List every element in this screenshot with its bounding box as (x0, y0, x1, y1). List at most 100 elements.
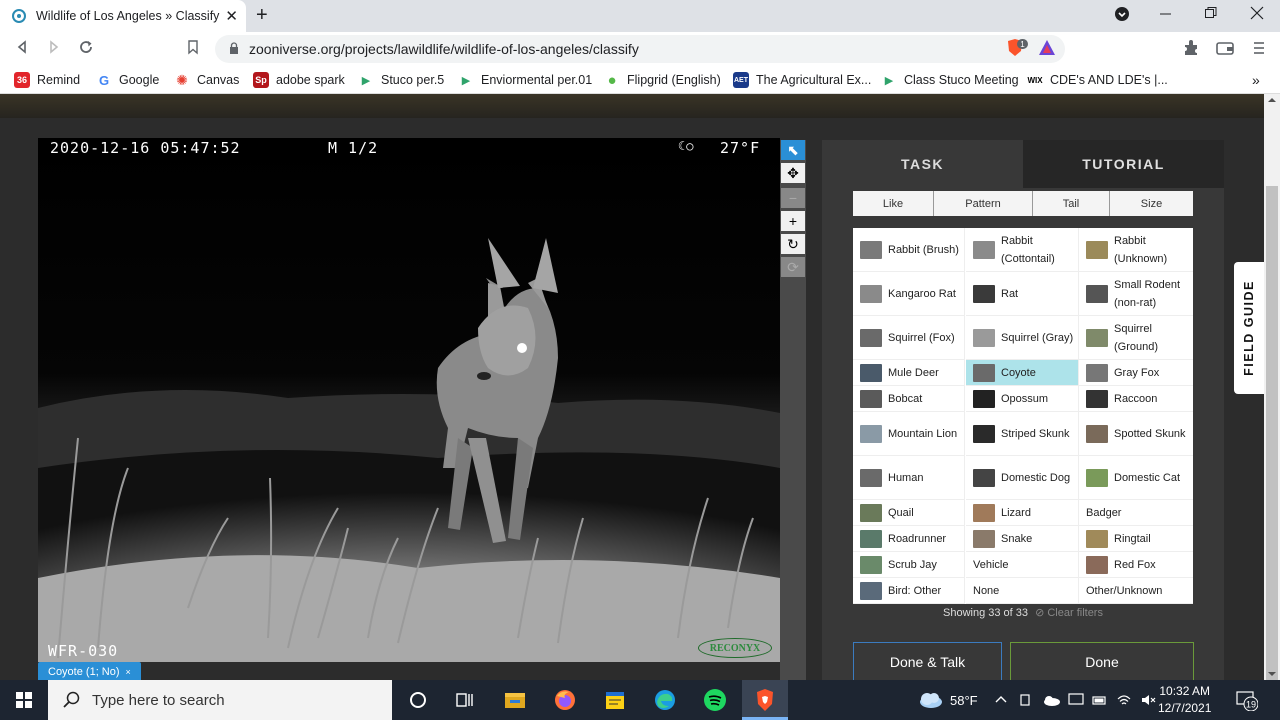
tab-search-icon[interactable] (1114, 6, 1130, 27)
species-choice[interactable]: Small Rodent (non-rat) (1079, 272, 1193, 316)
wallet-icon[interactable] (1216, 39, 1234, 57)
minimize-icon[interactable] (1160, 5, 1172, 26)
bookmark-adobe-spark[interactable]: Sp adobe spark (253, 72, 345, 88)
clock[interactable]: 10:32 AM 12/7/2021 (1158, 680, 1211, 720)
done-button[interactable]: Done (1010, 642, 1194, 680)
reload-icon[interactable] (78, 39, 94, 59)
tab-close-icon[interactable]: ✕ (225, 7, 238, 25)
windows-start-icon[interactable] (16, 692, 32, 708)
scrollbar-thumb[interactable] (1266, 186, 1278, 682)
species-choice[interactable]: Spotted Skunk (1079, 412, 1193, 456)
species-choice[interactable]: Scrub Jay (853, 552, 965, 578)
species-choice[interactable]: Domestic Dog (966, 456, 1079, 500)
browser-tab[interactable]: Wildlife of Los Angeles » Classify ✕ (0, 0, 246, 32)
rotate-button[interactable]: ↻ (781, 234, 805, 254)
input-indicator-icon[interactable] (1018, 693, 1032, 707)
species-choice[interactable]: Vehicle (966, 552, 1079, 578)
spotify-icon[interactable] (703, 688, 727, 712)
species-choice[interactable]: Squirrel (Gray) (966, 316, 1079, 360)
species-choice[interactable]: Raccoon (1079, 386, 1193, 412)
annotation-tag[interactable]: Coyote (1; No) × (38, 662, 141, 680)
species-choice[interactable]: Squirrel (Ground) (1079, 316, 1193, 360)
filter-like[interactable]: Like (853, 191, 934, 216)
task-view-icon[interactable] (453, 688, 477, 712)
weather-widget[interactable]: 58°F (918, 680, 978, 720)
species-choice[interactable]: Kangaroo Rat (853, 272, 965, 316)
species-choice[interactable]: Red Fox (1079, 552, 1193, 578)
species-choice[interactable]: Mule Deer (853, 360, 965, 386)
bookmark-canvas[interactable]: ✺ Canvas (174, 72, 239, 88)
bookmark-flipgrid[interactable]: ● Flipgrid (English) (604, 72, 721, 89)
close-window-icon[interactable] (1250, 5, 1264, 26)
page-scrollbar[interactable] (1264, 94, 1280, 682)
address-bar[interactable]: zooniverse.org/projects/lawildlife/wildl… (215, 35, 1065, 63)
zoom-in-button[interactable]: + (781, 211, 805, 231)
species-choice[interactable]: Rabbit (Unknown) (1079, 228, 1193, 272)
species-choice[interactable]: Quail (853, 500, 965, 526)
species-choice[interactable]: Lizard (966, 500, 1079, 526)
species-choice[interactable]: Bird: Other (853, 578, 965, 604)
new-tab-button[interactable]: + (256, 4, 268, 27)
tab-tutorial[interactable]: TUTORIAL (1023, 140, 1224, 188)
bookmark-icon[interactable] (187, 39, 199, 59)
species-choice[interactable]: Rabbit (Brush) (853, 228, 965, 272)
filter-pattern[interactable]: Pattern (934, 191, 1033, 216)
restore-icon[interactable] (1205, 5, 1217, 26)
species-choice[interactable]: Opossum (966, 386, 1079, 412)
firefox-icon[interactable] (553, 688, 577, 712)
brave-browser-icon[interactable] (753, 688, 777, 712)
field-guide-tab[interactable]: FIELD GUIDE (1234, 262, 1264, 394)
display-icon[interactable] (1068, 693, 1084, 707)
species-choice[interactable]: Squirrel (Fox) (853, 316, 965, 360)
filter-size[interactable]: Size (1110, 191, 1193, 216)
forward-icon[interactable] (48, 39, 60, 59)
subject-viewer[interactable]: 2020-12-16 05:47:52 M 1/2 ☾○ 27°F WFR-03… (38, 138, 780, 662)
species-choice[interactable]: None (966, 578, 1079, 604)
brave-rewards-icon[interactable] (1038, 39, 1056, 57)
species-choice[interactable]: Snake (966, 526, 1079, 552)
wifi-icon[interactable] (1116, 693, 1132, 707)
species-choice[interactable]: Domestic Cat (1079, 456, 1193, 500)
bookmark-agricultural[interactable]: AET The Agricultural Ex... (733, 72, 871, 88)
done-and-talk-button[interactable]: Done & Talk (853, 642, 1002, 680)
onedrive-icon[interactable] (1042, 693, 1060, 707)
show-hidden-icons-chevron-icon[interactable] (994, 693, 1008, 707)
species-choice[interactable]: Ringtail (1079, 526, 1193, 552)
species-choice[interactable]: Other/Unknown (1079, 578, 1193, 604)
species-choice[interactable]: Coyote (966, 360, 1079, 386)
brave-shield-icon[interactable]: 1 (1006, 39, 1028, 57)
species-choice[interactable]: Mountain Lion (853, 412, 965, 456)
bookmark-google[interactable]: G Google (96, 72, 159, 88)
extensions-icon[interactable] (1182, 39, 1200, 57)
reset-view-button[interactable]: ⟳ (781, 257, 805, 277)
taskbar-search-box[interactable]: Type here to search (48, 680, 392, 720)
bookmark-class-stuco[interactable]: ▶ Class Stuco Meeting (881, 72, 1019, 88)
species-choice[interactable]: Rabbit (Cottontail) (966, 228, 1079, 272)
species-choice[interactable]: Gray Fox (1079, 360, 1193, 386)
notifications-button[interactable]: 19 (1236, 680, 1258, 720)
species-choice[interactable]: Rat (966, 272, 1079, 316)
zoom-out-button[interactable]: − (781, 188, 805, 208)
sticky-notes-icon[interactable] (603, 688, 627, 712)
species-choice[interactable]: Badger (1079, 500, 1193, 526)
edge-icon[interactable] (653, 688, 677, 712)
scroll-down-icon[interactable] (1264, 668, 1280, 680)
clear-filters-button[interactable]: ⊘ Clear filters (1035, 607, 1103, 619)
volume-muted-icon[interactable] (1140, 693, 1156, 707)
species-choice[interactable]: Roadrunner (853, 526, 965, 552)
bookmark-stuco-per5[interactable]: ▶ Stuco per.5 (358, 72, 444, 88)
file-explorer-icon[interactable] (503, 688, 527, 712)
species-choice[interactable]: Human (853, 456, 965, 500)
back-icon[interactable] (16, 39, 28, 59)
species-choice[interactable]: Bobcat (853, 386, 965, 412)
bookmark-enviormental[interactable]: ▶ Enviormental per.01 (458, 72, 592, 88)
more-bookmarks-button[interactable]: » (1252, 72, 1260, 88)
bookmark-remind[interactable]: 36 Remind (14, 72, 80, 88)
menu-icon[interactable] (1252, 39, 1270, 57)
species-choice[interactable]: Striped Skunk (966, 412, 1079, 456)
scroll-up-icon[interactable] (1264, 94, 1280, 106)
pointer-tool-button[interactable]: ⬉ (781, 140, 805, 160)
battery-icon[interactable] (1092, 693, 1108, 707)
tab-task[interactable]: TASK (822, 140, 1023, 188)
move-tool-button[interactable]: ✥ (781, 163, 805, 183)
